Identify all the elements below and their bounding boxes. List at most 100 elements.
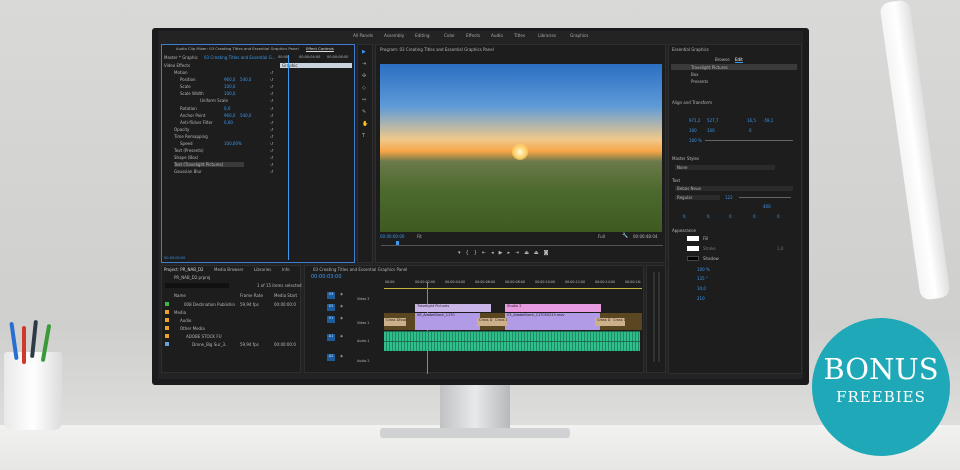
mark-in-icon[interactable]: { — [466, 250, 474, 256]
effect-row-value2[interactable]: 540,0 — [240, 77, 251, 82]
step-forward-icon[interactable]: ▸ — [507, 250, 515, 256]
razor-icon[interactable]: ◇ — [362, 85, 366, 91]
effect-row-label[interactable]: Position — [180, 77, 196, 82]
effect-row-label[interactable]: Anti-flicker Filter — [180, 120, 213, 125]
clip-travelight[interactable]: Travelight Pictures — [415, 304, 491, 312]
label-color-swatch[interactable] — [165, 302, 169, 306]
tab-project[interactable]: Project: PR_NAB_D2 — [164, 267, 204, 272]
timeline-title[interactable]: 03 Creating Titles and Essential Graphic… — [313, 267, 407, 272]
position-x[interactable]: 971,2 — [689, 118, 700, 123]
effect-row-label[interactable]: Scale — [180, 84, 191, 89]
effect-row-value[interactable]: 0,00 — [224, 120, 233, 125]
reset-icon[interactable]: ↺ — [270, 84, 273, 89]
extract-icon[interactable]: ⏏ — [534, 250, 544, 256]
font-size-value[interactable]: 122 — [725, 195, 733, 200]
reset-icon[interactable]: ↺ — [270, 70, 273, 75]
tab-browse[interactable]: Browse — [715, 57, 730, 62]
transition-3[interactable]: Cross D — [493, 318, 507, 326]
workspace-assembly[interactable]: Assembly — [384, 33, 404, 38]
stroke-width[interactable]: 1,0 — [777, 246, 783, 251]
effect-row-value[interactable]: 960,0 — [224, 113, 235, 118]
ripple-edit-icon[interactable]: ✣ — [362, 73, 366, 79]
anchor-x[interactable]: 16,5 — [747, 118, 756, 123]
scale-width-value[interactable]: 100 — [707, 128, 715, 133]
tracking-400[interactable]: 400 — [763, 204, 771, 209]
reset-icon[interactable]: ↺ — [270, 169, 273, 174]
workspace-graphics[interactable]: Graphics — [570, 33, 589, 38]
clip-studio2[interactable]: Studio 2 — [505, 304, 601, 312]
reset-icon[interactable]: ↺ — [270, 148, 273, 153]
toggle-track-output-icon[interactable]: ◉ — [340, 354, 343, 358]
shadow-swatch[interactable] — [687, 256, 699, 261]
workspace-color[interactable]: Color — [444, 33, 455, 38]
reset-icon[interactable]: ↺ — [270, 77, 273, 82]
track-select-icon[interactable]: ⇥ — [362, 61, 366, 67]
label-color-swatch[interactable] — [165, 310, 169, 314]
workspace-titles[interactable]: Titles — [514, 33, 525, 38]
tab-effect-controls[interactable]: Effect Controls — [306, 46, 334, 51]
layer-travelight[interactable]: Travelight Pictures — [691, 65, 728, 70]
track-target[interactable]: V2 — [327, 304, 335, 311]
track-target[interactable]: V3 — [327, 292, 335, 299]
tab-media-browser[interactable]: Media Browser — [214, 267, 244, 272]
anchor-y[interactable]: -59,1 — [763, 118, 773, 123]
effect-row-value[interactable]: 100,00% — [224, 141, 242, 146]
clip-v1-1[interactable]: 06_AdobeStock_1170 — [415, 313, 480, 330]
pen-icon[interactable]: ✎ — [362, 109, 366, 115]
effect-row-label[interactable]: Gaussian Blur — [174, 169, 202, 174]
work-area-bar[interactable] — [384, 288, 642, 289]
effect-row-label[interactable]: Text (Travelight Pictures) — [174, 162, 244, 168]
rotation-value[interactable]: 0 — [749, 128, 752, 133]
lift-icon[interactable]: ⏏ — [524, 250, 534, 256]
font-size-slider[interactable] — [739, 197, 791, 198]
toggle-track-output-icon[interactable]: ◉ — [340, 304, 343, 308]
fill-swatch[interactable] — [687, 236, 699, 241]
effect-row-label[interactable]: Rotation — [180, 106, 197, 111]
selection-tool-icon[interactable]: ▶ — [362, 49, 366, 55]
master-style-dropdown[interactable]: None — [675, 165, 775, 170]
workspace-audio[interactable]: Audio — [491, 33, 503, 38]
effect-row-label[interactable]: Motion — [174, 70, 188, 75]
opacity-slider[interactable] — [705, 140, 793, 141]
col-frame-rate[interactable]: Frame Rate — [240, 293, 263, 298]
layer-presents[interactable]: Presents — [691, 79, 708, 84]
caps-value[interactable]: 0 — [777, 214, 780, 219]
step-back-icon[interactable]: ◂ — [491, 250, 499, 256]
effect-row-label[interactable]: Speed — [180, 141, 193, 146]
position-y[interactable]: 527,7 — [707, 118, 718, 123]
workspace-editing[interactable]: Editing — [415, 33, 430, 38]
col-name[interactable]: Name — [174, 293, 186, 298]
slip-icon[interactable]: ↔ — [362, 97, 366, 103]
project-item-name[interactable]: Media — [174, 310, 186, 315]
reset-icon[interactable]: ↺ — [270, 134, 273, 139]
font-style-dropdown[interactable]: Regular — [675, 195, 720, 200]
reset-icon[interactable]: ↺ — [270, 120, 273, 125]
audio-waveform-l[interactable] — [384, 332, 640, 341]
effect-row-label[interactable]: Text (Presents) — [174, 148, 204, 153]
font-dropdown[interactable]: Bebas Neue — [675, 186, 793, 191]
col-media-start[interactable]: Media Start — [274, 293, 297, 298]
transition-5[interactable]: Cross D — [611, 318, 625, 326]
project-item-name[interactable]: Audio — [180, 318, 191, 323]
effect-row-label[interactable]: Time Remapping — [174, 134, 208, 139]
opacity-value[interactable]: 100 % — [689, 138, 702, 143]
shadow-distance[interactable]: 10,0 — [697, 286, 706, 291]
workspace-effects[interactable]: Effects — [466, 33, 480, 38]
effect-row-label[interactable]: Opacity — [174, 127, 189, 132]
toggle-track-output-icon[interactable]: ◉ — [340, 334, 343, 338]
reset-icon[interactable]: ↺ — [270, 91, 273, 96]
effect-row-value[interactable]: 100,0 — [224, 84, 235, 89]
audio-waveform-r[interactable] — [384, 342, 640, 351]
toggle-track-output-icon[interactable]: ◉ — [340, 292, 343, 296]
program-scrubber[interactable] — [381, 245, 663, 246]
type-icon[interactable]: T — [362, 133, 365, 139]
label-color-swatch[interactable] — [165, 334, 169, 338]
track-target[interactable]: A2 — [327, 354, 335, 361]
shadow-opacity[interactable]: 100 % — [697, 267, 710, 272]
sequence-dropdown[interactable]: 03 Creating Titles and Essential G... — [204, 55, 276, 60]
label-color-swatch[interactable] — [165, 326, 169, 330]
effect-row-value2[interactable]: 540,0 — [240, 113, 251, 118]
scale-value[interactable]: 100 — [689, 128, 697, 133]
tsume-value[interactable]: 0 — [753, 214, 756, 219]
tab-audio-clip-mixer[interactable]: Audio Clip Mixer: 03 Creating Titles and… — [176, 46, 299, 51]
